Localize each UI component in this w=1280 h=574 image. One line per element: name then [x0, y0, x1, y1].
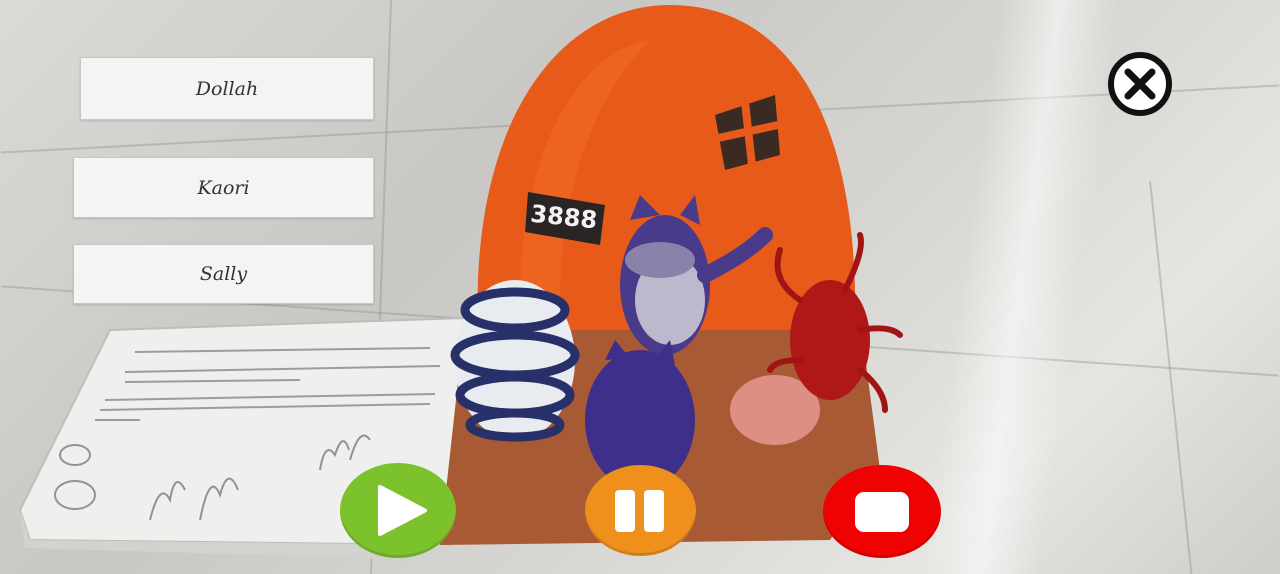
close-circle-icon	[1108, 52, 1172, 116]
close-button[interactable]	[1106, 50, 1174, 118]
play-icon	[378, 485, 427, 536]
character-button-dollah[interactable]: Dollah	[80, 57, 374, 120]
pause-button[interactable]	[585, 465, 696, 556]
character-button-label: Kaori	[197, 176, 250, 199]
character-button-label: Dollah	[195, 77, 259, 100]
play-button[interactable]	[340, 463, 456, 558]
character-button-kaori[interactable]: Kaori	[73, 157, 374, 218]
stop-button[interactable]	[823, 465, 941, 558]
character-button-sally[interactable]: Sally	[73, 244, 374, 304]
pause-icon	[615, 490, 664, 532]
stop-icon	[855, 492, 909, 532]
character-button-label: Sally	[199, 263, 248, 285]
